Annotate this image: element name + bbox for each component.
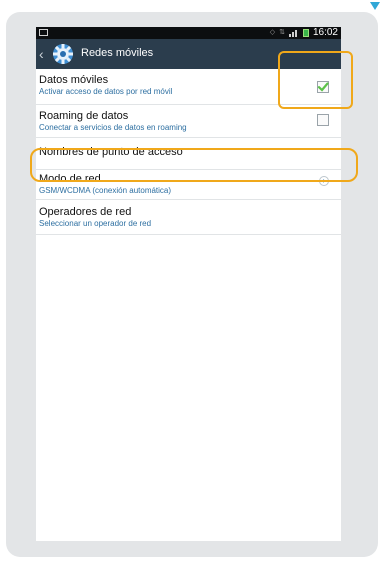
- action-bar: ‹ Redes móviles: [36, 39, 341, 69]
- data-roaming-checkbox[interactable]: [317, 114, 329, 126]
- setting-subtitle: GSM/WCDMA (conexión automática): [39, 186, 172, 195]
- corner-accent-mark: [370, 2, 380, 10]
- gear-icon[interactable]: [51, 42, 75, 66]
- setting-title: Operadores de red: [39, 206, 132, 218]
- setting-subtitle: Activar acceso de datos por red móvil: [39, 87, 173, 96]
- setting-subtitle: Seleccionar un operador de red: [39, 219, 152, 228]
- network-icon: ◇: [269, 29, 276, 36]
- chevron-left-icon[interactable]: ‹: [39, 46, 44, 62]
- checkmark-icon: [317, 82, 329, 92]
- setting-title: Datos móviles: [39, 74, 109, 86]
- chevron-right-icon[interactable]: ›: [319, 176, 329, 186]
- page-title: Redes móviles: [81, 47, 154, 59]
- setting-title: Roaming de datos: [39, 110, 129, 122]
- phone-screen: ◇ ⇅ 16:02 ‹ Redes móviles Datos móviles …: [36, 27, 341, 541]
- setting-subtitle: Conectar a servicios de datos en roaming: [39, 123, 187, 132]
- setting-mobile-data[interactable]: Datos móviles Activar acceso de datos po…: [36, 69, 341, 105]
- setting-access-point-names[interactable]: Nombres de punto de acceso: [36, 138, 341, 170]
- setting-title: Nombres de punto de acceso: [39, 146, 183, 158]
- settings-list: Datos móviles Activar acceso de datos po…: [36, 69, 341, 235]
- status-bar: ◇ ⇅ 16:02: [36, 27, 341, 39]
- data-arrows-icon: ⇅: [279, 29, 285, 36]
- battery-icon: [302, 29, 309, 37]
- mobile-data-checkbox[interactable]: [317, 81, 329, 93]
- setting-network-mode[interactable]: Modo de red GSM/WCDMA (conexión automáti…: [36, 170, 341, 200]
- image-icon: [39, 29, 48, 36]
- signal-icon: [288, 29, 299, 37]
- setting-network-operators[interactable]: Operadores de red Seleccionar un operado…: [36, 200, 341, 235]
- setting-title: Modo de red: [39, 173, 101, 185]
- setting-data-roaming[interactable]: Roaming de datos Conectar a servicios de…: [36, 105, 341, 138]
- status-time: 16:02: [312, 27, 338, 38]
